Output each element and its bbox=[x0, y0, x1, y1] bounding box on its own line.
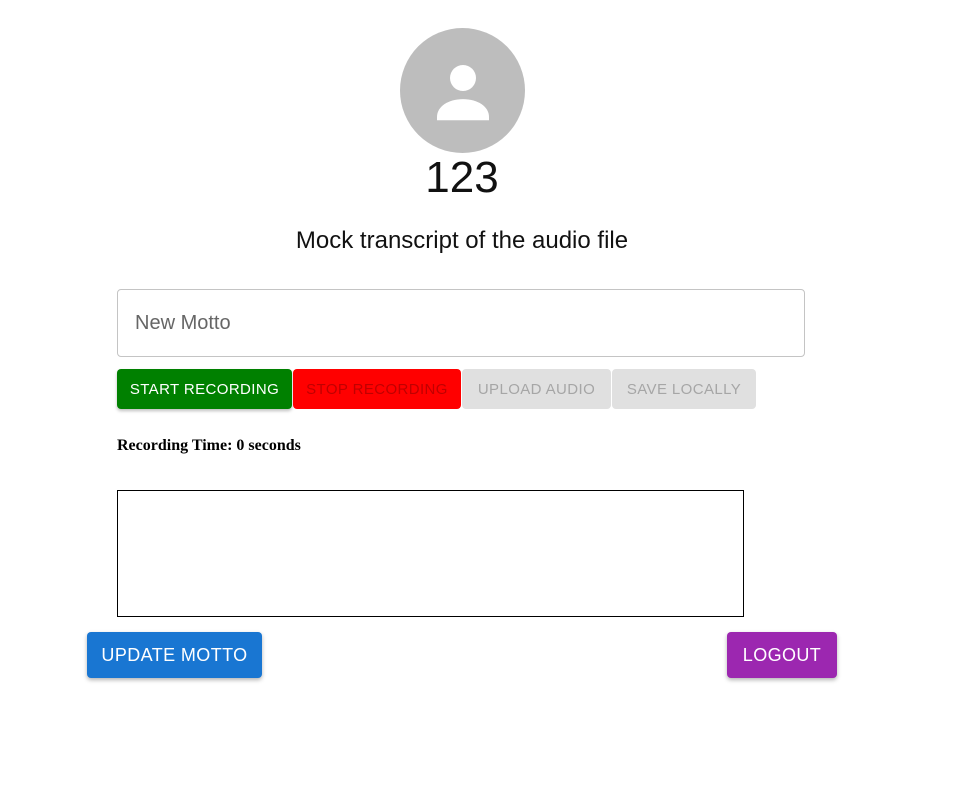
username-heading: 123 bbox=[425, 153, 499, 202]
person-icon bbox=[436, 64, 489, 120]
avatar bbox=[400, 28, 525, 153]
start-recording-button[interactable]: Start Recording bbox=[117, 369, 292, 409]
transcript-text: Mock transcript of the audio file bbox=[295, 227, 629, 254]
stop-recording-button[interactable]: Stop Recording bbox=[293, 369, 461, 409]
motto-input[interactable] bbox=[118, 290, 804, 356]
logout-button[interactable]: Logout bbox=[727, 632, 837, 678]
save-locally-button[interactable]: Save Locally bbox=[612, 369, 756, 409]
profile-page: 123 Mock transcript of the audio file St… bbox=[0, 0, 965, 791]
motto-field[interactable] bbox=[117, 289, 805, 357]
update-motto-button[interactable]: Update Motto bbox=[87, 632, 262, 678]
upload-audio-button[interactable]: Upload Audio bbox=[462, 369, 611, 409]
recording-time-text: Recording Time: 0 seconds bbox=[117, 437, 301, 454]
audio-player-box[interactable] bbox=[117, 490, 744, 617]
